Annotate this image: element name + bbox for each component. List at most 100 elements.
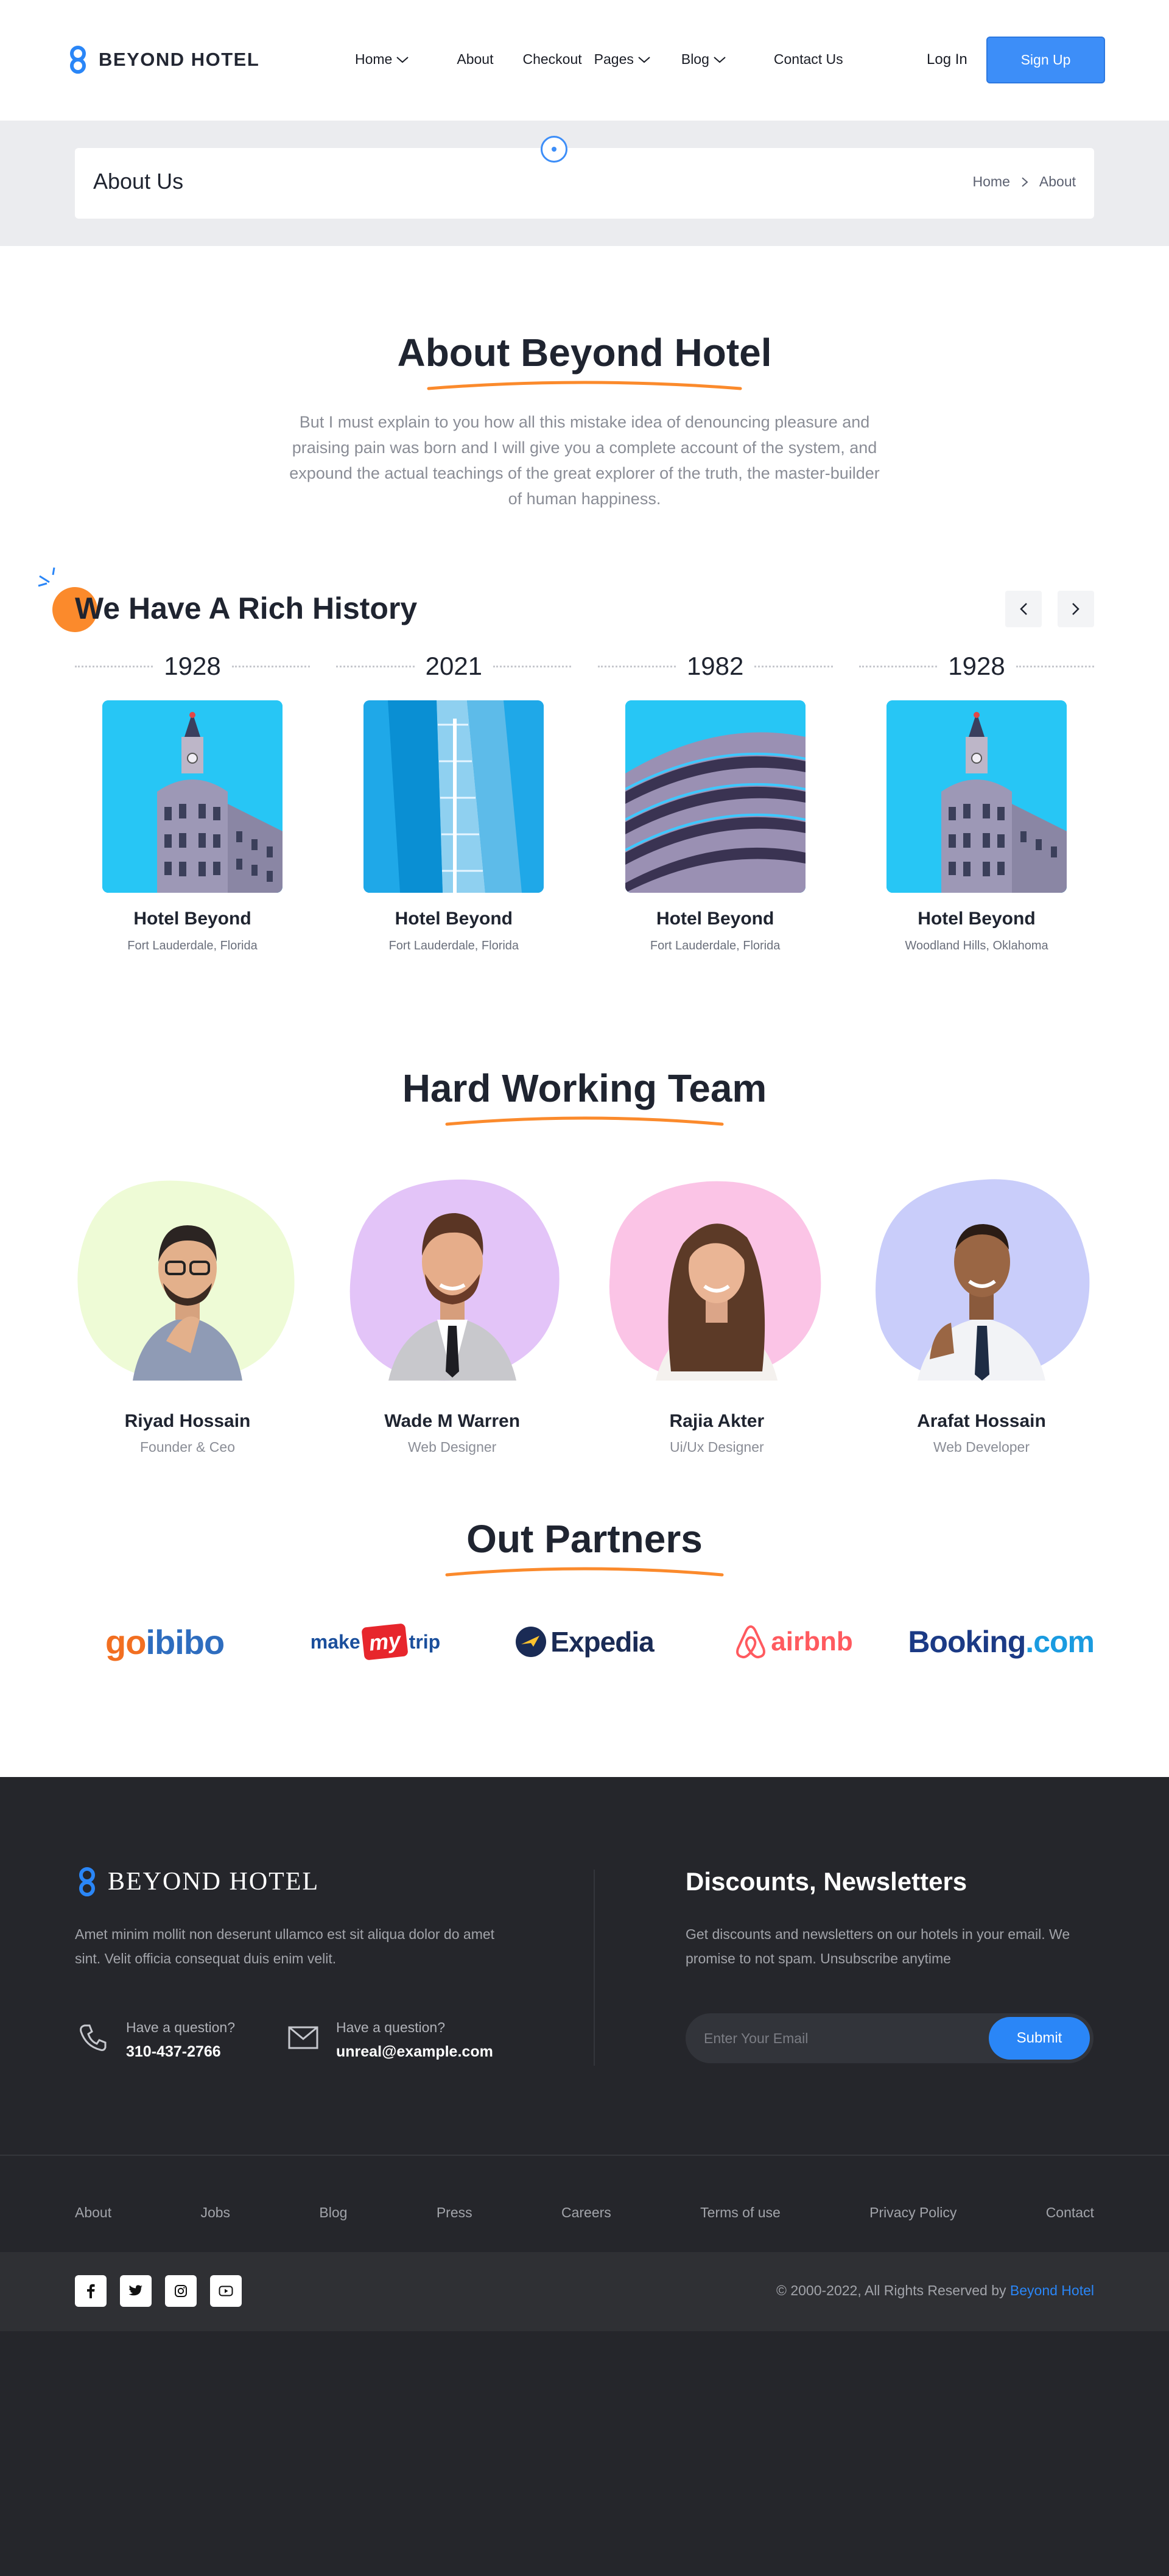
nav-about-label: About [457, 51, 494, 67]
footer-bottom-bar: © 2000-2022, All Rights Reserved by Beyo… [0, 2252, 1169, 2331]
email-label: Have a question? [336, 2019, 446, 2035]
hotel-name: Hotel Beyond [918, 909, 1036, 929]
chevron-right-icon [1072, 603, 1079, 615]
footer-link-blog[interactable]: Blog [319, 2205, 347, 2221]
goibibo-logo[interactable]: goibibo [75, 1617, 258, 1666]
main-nav: Home About Checkout Pages Blog Contact U… [355, 51, 843, 68]
team-member[interactable]: Rajia Akter Ui/Ux Designer [604, 1177, 829, 1455]
hotel-location: Fort Lauderdale, Florida [127, 939, 258, 952]
newsletter-form: Submit [686, 2013, 1094, 2063]
logo-icon [70, 46, 86, 74]
airbnb-logo[interactable]: airbnb [703, 1617, 885, 1666]
phone-contact[interactable]: Have a question? 310-437-2766 [75, 2019, 235, 2061]
nav-contact[interactable]: Contact Us [774, 51, 843, 68]
carousel-prev-button[interactable] [1005, 591, 1042, 627]
brand-logo[interactable]: BEYOND HOTEL [66, 45, 259, 74]
carousel-next-button[interactable] [1058, 591, 1094, 627]
nav-pages-label: Pages [594, 51, 634, 67]
chevron-left-icon [1020, 603, 1027, 615]
phone-label: Have a question? [126, 2019, 236, 2035]
signup-button[interactable]: Sign Up [986, 37, 1105, 83]
nav-checkout[interactable]: Checkout [522, 51, 581, 68]
nav-home-label: Home [355, 51, 393, 67]
nav-pages[interactable]: Pages [594, 51, 651, 68]
nav-blog[interactable]: Blog [681, 51, 726, 68]
logo-text: my [361, 1623, 409, 1661]
history-year: 1928 [164, 652, 221, 680]
footer-link-contact[interactable]: Contact [1046, 2205, 1094, 2221]
history-title: We Have A Rich History [75, 591, 418, 625]
footer-link-careers[interactable]: Careers [561, 2205, 611, 2221]
nav-about[interactable]: About [457, 51, 493, 68]
footer-divider [594, 1870, 595, 2066]
history-card[interactable]: 2021 Hotel Beyond Fort Lauderdale, Flori… [336, 652, 572, 953]
mail-icon [288, 2026, 318, 2049]
nav-home[interactable]: Home [355, 51, 409, 68]
avatar [609, 1181, 821, 1381]
footer-brand-logo[interactable]: BEYOND HOTEL [75, 1866, 319, 1898]
newsletter-submit-button[interactable]: Submit [989, 2017, 1090, 2060]
hotel-location: Fort Lauderdale, Florida [650, 939, 781, 952]
member-role: Web Developer [933, 1439, 1030, 1455]
copyright-text: © 2000-2022, All Rights Reserved by Beyo… [776, 2282, 1094, 2299]
team-member[interactable]: Riyad Hossain Founder & Ceo [75, 1177, 300, 1455]
history-year: 1982 [686, 652, 744, 680]
history-card[interactable]: 1982 Hotel Beyond Fort Lauderdale, Flori… [597, 652, 833, 953]
newsletter-description: Get discounts and newsletters on our hot… [686, 1926, 1070, 1966]
makemytrip-logo[interactable]: make my trip [284, 1617, 467, 1666]
member-role: Founder & Ceo [140, 1439, 235, 1455]
nav-checkout-label: Checkout [522, 51, 582, 67]
title-underline [445, 1116, 724, 1126]
social-links [75, 2275, 242, 2307]
brand-name: BEYOND HOTEL [99, 49, 260, 70]
copyright-brand-link[interactable]: Beyond Hotel [1010, 2282, 1094, 2298]
history-section: We Have A Rich History 1928 Hotel Beyond… [0, 567, 1169, 1011]
sparkle-icon [38, 567, 55, 587]
history-card[interactable]: 1928 Hotel Beyond Woodland Hills, Oklaho… [858, 652, 1094, 953]
booking-logo[interactable]: Booking.com [908, 1617, 1095, 1666]
hotel-name: Hotel Beyond [133, 909, 251, 929]
avatar [77, 1180, 295, 1381]
history-year: 2021 [425, 652, 483, 680]
email-contact[interactable]: Have a question? unreal@example.com [285, 2019, 493, 2061]
page-title: About Us [93, 169, 184, 194]
footer-link-privacy[interactable]: Privacy Policy [869, 2205, 957, 2221]
about-title: About Beyond Hotel [397, 331, 772, 375]
history-carousel: 1928 Hotel Beyond Fort Lauderdale, Flori… [75, 652, 1094, 953]
partners-section: Out Partners goibibo make my trip Expedi… [0, 1516, 1169, 1666]
nav-contact-label: Contact Us [773, 51, 843, 67]
facebook-link[interactable] [75, 2275, 107, 2307]
footer-links: About Jobs Blog Press Careers Terms of u… [75, 2205, 1094, 2221]
footer-link-about[interactable]: About [75, 2205, 111, 2221]
twitter-link[interactable] [120, 2275, 152, 2307]
footer-link-jobs[interactable]: Jobs [200, 2205, 230, 2221]
breadcrumb-home[interactable]: Home [973, 174, 1010, 190]
hotel-name: Hotel Beyond [395, 909, 513, 929]
instagram-link[interactable] [165, 2275, 197, 2307]
footer-link-press[interactable]: Press [437, 2205, 472, 2221]
team-member[interactable]: Wade M Warren Web Designer [340, 1177, 565, 1455]
footer-link-terms[interactable]: Terms of use [700, 2205, 781, 2221]
member-name: Riyad Hossain [124, 1411, 251, 1431]
member-role: Ui/Ux Designer [669, 1439, 764, 1455]
instagram-icon [175, 2285, 187, 2297]
hotel-name: Hotel Beyond [656, 909, 774, 929]
logo-text: Booking [908, 1625, 1026, 1659]
phone-number: 310-437-2766 [126, 2043, 221, 2060]
logo-text: make [310, 1630, 360, 1653]
team-list: Riyad Hossain Founder & Ceo Wade M Warre… [75, 1177, 1094, 1455]
member-role: Web Designer [408, 1439, 497, 1455]
team-member[interactable]: Arafat Hossain Web Developer [869, 1177, 1094, 1455]
twitter-icon [128, 2285, 142, 2296]
youtube-link[interactable] [210, 2275, 242, 2307]
banner-card: About Us Home About [75, 148, 1094, 219]
history-card[interactable]: 1928 Hotel Beyond Fort Lauderdale, Flori… [75, 652, 310, 953]
about-section: About Beyond Hotel But I must explain to… [0, 246, 1169, 512]
email-address: unreal@example.com [336, 2043, 493, 2060]
newsletter-email-input[interactable] [704, 2013, 972, 2063]
plane-icon [516, 1627, 547, 1657]
chevron-down-icon [714, 56, 726, 63]
footer-description: Amet minim mollit non deserunt ullamco e… [75, 1926, 495, 1966]
expedia-logo[interactable]: Expedia [493, 1617, 676, 1666]
login-link[interactable]: Log In [927, 51, 967, 68]
